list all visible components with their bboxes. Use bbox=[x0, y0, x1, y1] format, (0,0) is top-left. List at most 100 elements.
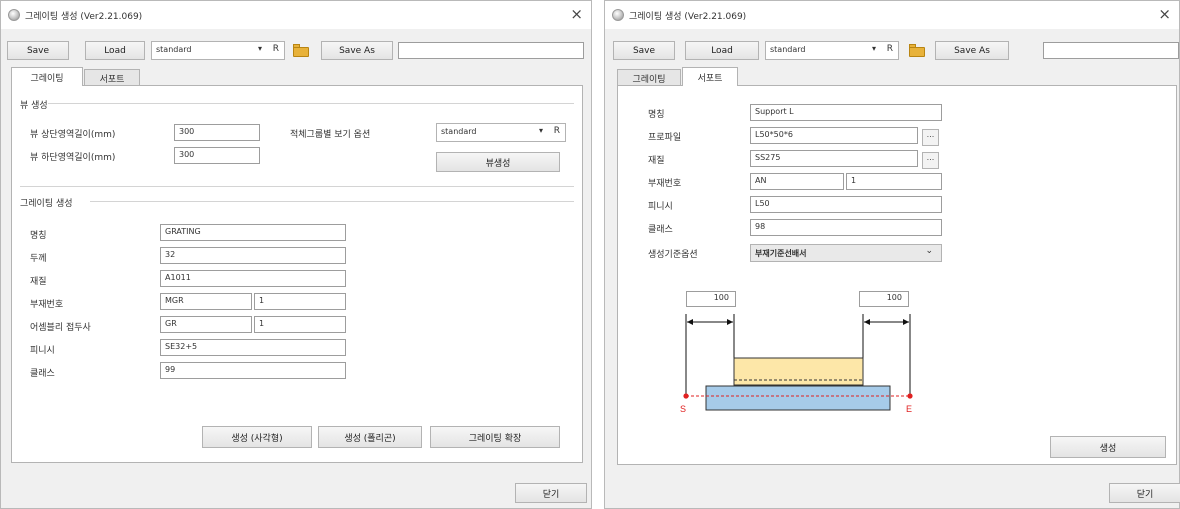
arrow-icon bbox=[903, 319, 909, 325]
name-input[interactable]: GRATING bbox=[160, 224, 346, 241]
support-tab-panel: 명칭 Support L 프로파일 L50*50*6 ... 재질 SS275 … bbox=[617, 85, 1177, 465]
top-area-input[interactable]: 300 bbox=[174, 124, 260, 141]
material-input[interactable]: SS275 bbox=[750, 150, 918, 167]
arrow-icon bbox=[864, 319, 870, 325]
close-button[interactable]: 닫기 bbox=[515, 483, 587, 503]
preset-combo[interactable]: standard ▾ R bbox=[765, 41, 899, 60]
create-group-title: 그레이팅 생성 bbox=[20, 199, 73, 209]
basis-option-label: 생성기준옵션 bbox=[648, 250, 698, 260]
field-label-finish: 피니시 bbox=[648, 202, 673, 212]
grating-extend-button[interactable]: 그레이팅 확장 bbox=[430, 426, 560, 448]
save-as-name-input[interactable] bbox=[398, 42, 584, 59]
chevron-down-icon: ⌄ bbox=[925, 246, 933, 256]
field-label-material: 재질 bbox=[648, 156, 665, 166]
material-input[interactable]: A1011 bbox=[160, 270, 346, 287]
end-marker-label: E bbox=[906, 404, 912, 413]
view-create-button[interactable]: 뷰생성 bbox=[436, 152, 560, 172]
preset-combo[interactable]: standard ▾ R bbox=[151, 41, 285, 60]
folder-icon[interactable] bbox=[292, 43, 310, 58]
arrow-icon bbox=[727, 319, 733, 325]
save-button[interactable]: Save bbox=[7, 41, 69, 60]
tab-support[interactable]: 서포트 bbox=[682, 67, 738, 86]
class-input[interactable]: 98 bbox=[750, 219, 942, 236]
field-label-profile: 프로파일 bbox=[648, 133, 682, 143]
group-divider bbox=[90, 201, 574, 202]
grating-block bbox=[733, 357, 864, 386]
load-button[interactable]: Load bbox=[685, 41, 759, 60]
field-label-part-number: 부재번호 bbox=[30, 300, 64, 310]
start-point-marker bbox=[683, 393, 689, 399]
view-option-suffix: R bbox=[553, 126, 560, 136]
profile-input[interactable]: L50*50*6 bbox=[750, 127, 918, 144]
name-input[interactable]: Support L bbox=[750, 104, 942, 121]
part-prefix-input[interactable]: AN bbox=[750, 173, 844, 190]
part-prefix-input[interactable]: MGR bbox=[160, 293, 252, 310]
finish-input[interactable]: L50 bbox=[750, 196, 942, 213]
create-button[interactable]: 생성 bbox=[1050, 436, 1166, 458]
preset-suffix: R bbox=[272, 44, 279, 54]
grating-dialog-window: 그레이팅 생성 (Ver2.21.069) × Save Load standa… bbox=[0, 0, 592, 509]
start-marker-label: S bbox=[680, 404, 686, 413]
folder-icon[interactable] bbox=[908, 43, 926, 58]
field-label-name: 명칭 bbox=[648, 110, 665, 120]
group-divider bbox=[48, 103, 574, 104]
field-label-class: 클래스 bbox=[648, 225, 673, 235]
tab-support[interactable]: 서포트 bbox=[84, 69, 140, 86]
left-offset-input[interactable]: 100 bbox=[686, 291, 736, 307]
basis-option-combo[interactable]: 부재기준선배서 ⌄ bbox=[750, 244, 942, 262]
load-button[interactable]: Load bbox=[85, 41, 145, 60]
chevron-down-icon: ▾ bbox=[871, 44, 876, 53]
support-offset-diagram: S E bbox=[680, 314, 913, 413]
save-button[interactable]: Save bbox=[613, 41, 675, 60]
save-as-name-input[interactable] bbox=[1043, 42, 1179, 59]
view-option-combo[interactable]: standard ▾ R bbox=[436, 123, 566, 142]
field-label-thickness: 두께 bbox=[30, 254, 47, 264]
support-block bbox=[705, 385, 891, 411]
section-divider bbox=[20, 186, 574, 187]
basis-option-value: 부재기준선배서 bbox=[755, 249, 807, 258]
tab-grating[interactable]: 그레이팅 bbox=[11, 67, 83, 86]
part-start-input[interactable]: 1 bbox=[846, 173, 942, 190]
field-label-part-number: 부재번호 bbox=[648, 179, 682, 189]
app-icon bbox=[8, 9, 20, 21]
view-group-title: 뷰 생성 bbox=[20, 101, 48, 111]
field-label-finish: 피니시 bbox=[30, 346, 55, 356]
preset-value: standard bbox=[770, 45, 806, 54]
window-title: 그레이팅 생성 (Ver2.21.069) bbox=[25, 11, 143, 22]
assembly-start-input[interactable]: 1 bbox=[254, 316, 346, 333]
grating-tab-panel: 뷰 생성 뷰 상단영역길이(mm) 300 뷰 하단영역길이(mm) 300 적… bbox=[11, 85, 583, 463]
support-dialog-window: 그레이팅 생성 (Ver2.21.069) × Save Load standa… bbox=[604, 0, 1180, 509]
profile-browse-button[interactable]: ... bbox=[922, 129, 939, 146]
top-area-label: 뷰 상단영역길이(mm) bbox=[30, 130, 116, 140]
field-label-class: 클래스 bbox=[30, 369, 55, 379]
finish-input[interactable]: SE32+5 bbox=[160, 339, 346, 356]
save-as-button[interactable]: Save As bbox=[321, 41, 393, 60]
assembly-prefix-input[interactable]: GR bbox=[160, 316, 252, 333]
save-as-button[interactable]: Save As bbox=[935, 41, 1009, 60]
app-icon bbox=[612, 9, 624, 21]
field-label-material: 재질 bbox=[30, 277, 47, 287]
bottom-area-label: 뷰 하단영역길이(mm) bbox=[30, 153, 116, 163]
end-point-marker bbox=[907, 393, 913, 399]
preset-suffix: R bbox=[886, 44, 893, 54]
right-offset-input[interactable]: 100 bbox=[859, 291, 909, 307]
chevron-down-icon: ▾ bbox=[538, 126, 543, 135]
view-option-label: 적체그룹별 보기 옵션 bbox=[290, 130, 371, 140]
create-polygon-button[interactable]: 생성 (폴리곤) bbox=[318, 426, 422, 448]
arrow-icon bbox=[687, 319, 693, 325]
material-browse-button[interactable]: ... bbox=[922, 152, 939, 169]
chevron-down-icon: ▾ bbox=[257, 44, 262, 53]
thickness-input[interactable]: 32 bbox=[160, 247, 346, 264]
create-rect-button[interactable]: 생성 (사각형) bbox=[202, 426, 312, 448]
close-button[interactable]: 닫기 bbox=[1109, 483, 1180, 503]
title-bar: 그레이팅 생성 (Ver2.21.069) × bbox=[605, 1, 1179, 29]
bottom-area-input[interactable]: 300 bbox=[174, 147, 260, 164]
close-icon[interactable]: × bbox=[1158, 6, 1171, 22]
class-input[interactable]: 99 bbox=[160, 362, 346, 379]
close-icon[interactable]: × bbox=[570, 6, 583, 22]
view-option-value: standard bbox=[441, 127, 477, 136]
title-bar: 그레이팅 생성 (Ver2.21.069) × bbox=[1, 1, 591, 29]
window-title: 그레이팅 생성 (Ver2.21.069) bbox=[629, 11, 747, 22]
part-start-input[interactable]: 1 bbox=[254, 293, 346, 310]
tab-grating[interactable]: 그레이팅 bbox=[617, 69, 681, 86]
